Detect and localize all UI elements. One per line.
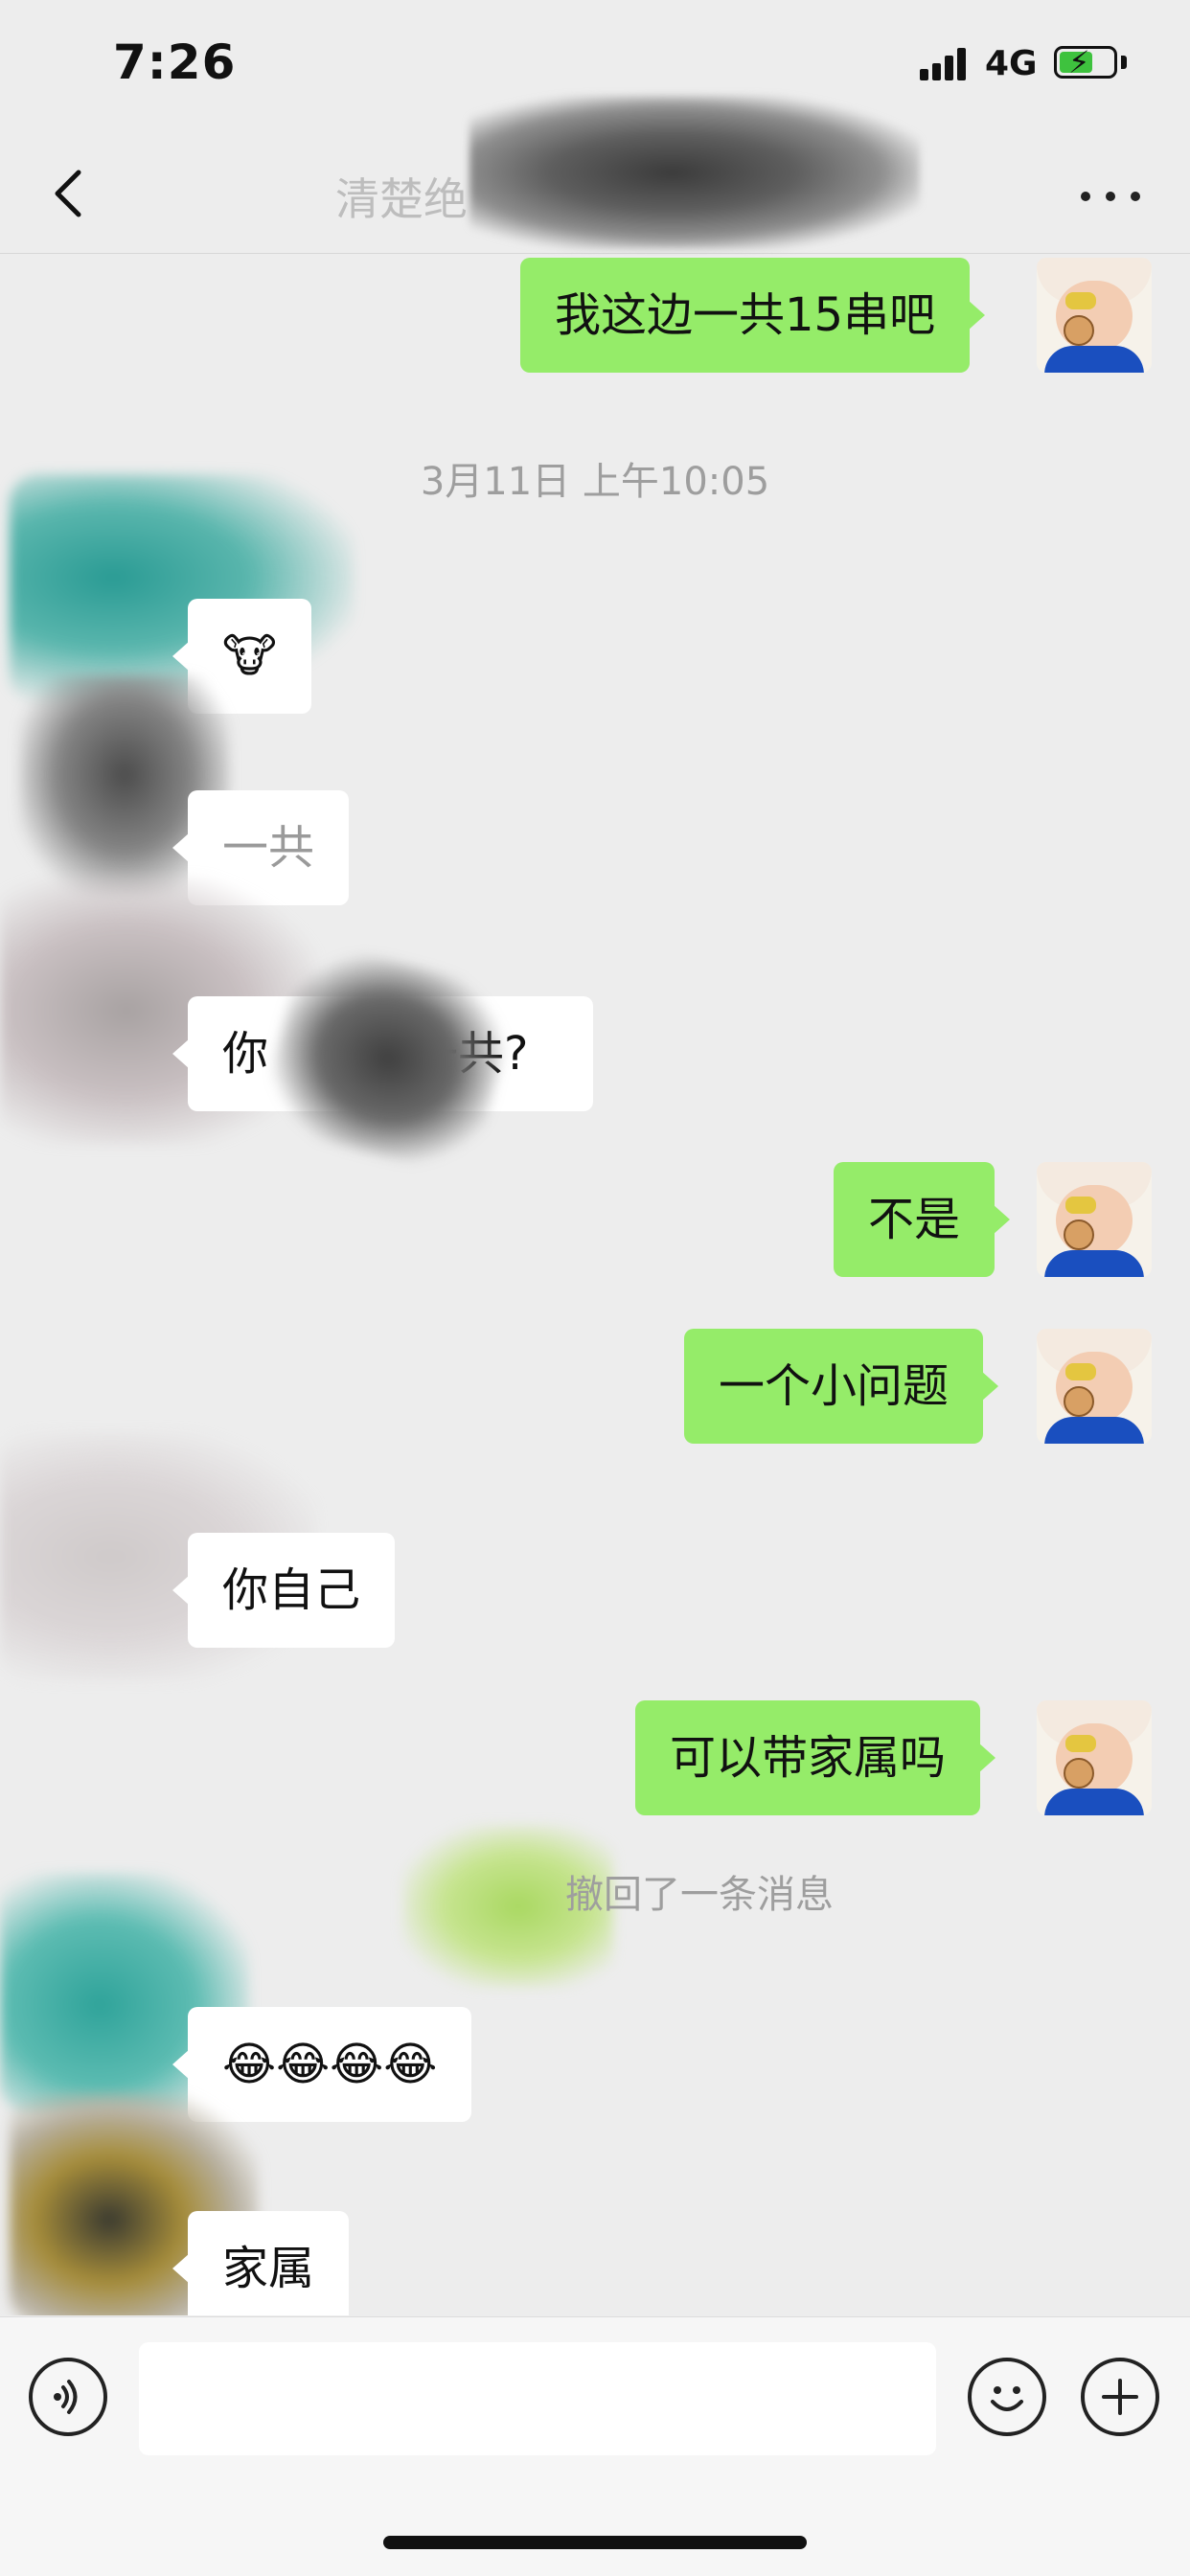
chat-area[interactable]: 我这边一共15串吧 3月11日 上午10:05 🐮 一共 你一共? 不是 一个小… [0,254,1190,2315]
message-bubble-sent[interactable]: 不是 [834,1162,1011,1277]
message-input[interactable] [139,2342,936,2455]
my-avatar[interactable] [1037,1700,1152,1815]
message-text: 你 [222,1027,269,1081]
message-bubble-sent[interactable]: 一个小问题 [684,1329,999,1444]
status-time: 7:26 [113,34,237,90]
nav-bar: 清楚绝 [0,96,1190,254]
chat-title: 清楚绝 [335,173,468,225]
recall-notice: 撤回了一条消息 [565,1873,834,1917]
chevron-left-icon[interactable] [44,167,98,220]
my-avatar[interactable] [1037,1162,1152,1277]
my-avatar[interactable] [1037,258,1152,373]
redaction-scribble [469,96,920,249]
signal-icon [920,48,968,80]
input-bar [0,2316,1190,2576]
message-bubble-received[interactable]: 家属 [172,2211,350,2315]
ellipsis-icon[interactable] [1077,182,1144,211]
my-avatar[interactable] [1037,1329,1152,1444]
network-label: 4G [985,44,1038,83]
battery-icon: ⚡ [1054,46,1117,79]
emoji-icon[interactable] [968,2358,1046,2436]
message-bubble-sent[interactable]: 我这边一共15串吧 [520,258,986,373]
plus-icon[interactable] [1081,2358,1159,2436]
voice-icon[interactable] [29,2358,107,2436]
home-indicator [383,2536,807,2549]
message-bubble-received[interactable]: 你自己 [172,1533,396,1648]
message-bubble-sent[interactable]: 可以带家属吗 [635,1700,996,1815]
battery-cap [1121,56,1127,69]
